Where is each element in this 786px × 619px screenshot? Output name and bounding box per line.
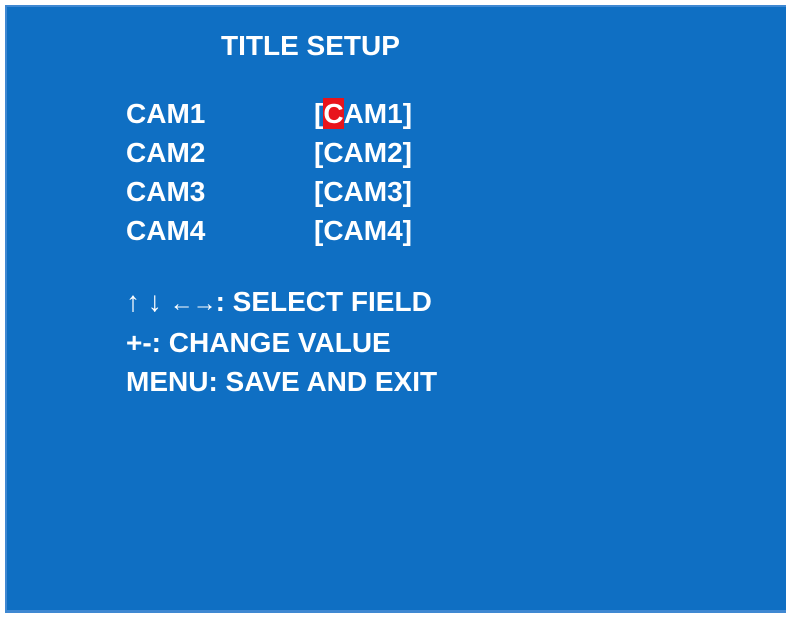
edit-cursor-char[interactable]: C — [323, 98, 344, 129]
cam-label: CAM2 — [126, 137, 206, 168]
cam-label: CAM4 — [126, 215, 206, 246]
bracket-open: [ — [314, 98, 324, 129]
arrow-down-icon: ↓ — [147, 286, 162, 317]
help-select-field: ↑ ↓ ←→: SELECT FIELD — [126, 288, 432, 316]
cam-row-2[interactable]: CAM2 [CAM2] — [7, 139, 786, 171]
cam-label: CAM3 — [126, 176, 206, 207]
arrow-up-icon: ↑ — [126, 286, 140, 317]
cam-row-1[interactable]: CAM1 [CAM1] — [7, 98, 786, 132]
cam-row-4[interactable]: CAM4 [CAM4] — [7, 217, 786, 249]
osd-title-setup-menu: TITLE SETUP CAM1 [CAM1] CAM2 [CAM2] CAM3… — [5, 5, 786, 613]
cam-title-field[interactable]: [CAM1] — [314, 98, 413, 129]
arrow-left-right-icon: ←→ — [169, 290, 217, 317]
cam-title-field[interactable]: [CAM3] — [314, 178, 412, 206]
help-change-value: +-: CHANGE VALUE — [126, 327, 391, 358]
bracket-close: ] — [402, 98, 413, 129]
help-save-exit: MENU: SAVE AND EXIT — [126, 366, 438, 397]
title-rest: AM1 — [343, 98, 403, 129]
help-select-field-text: : SELECT FIELD — [215, 286, 432, 317]
cam-title-field[interactable]: [CAM2] — [314, 139, 412, 167]
cam-title-field[interactable]: [CAM4] — [314, 217, 412, 245]
cam-row-3[interactable]: CAM3 [CAM3] — [7, 178, 786, 210]
menu-title: TITLE SETUP — [221, 30, 400, 61]
cam-label: CAM1 — [126, 98, 206, 129]
